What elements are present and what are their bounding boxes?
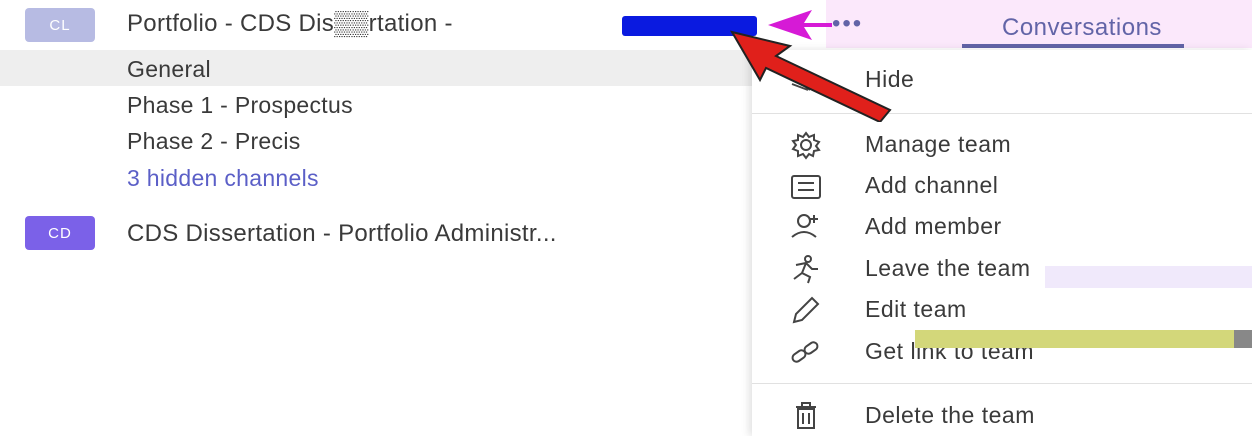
menu-divider-bottom [752,383,1252,384]
menu-item-add-channel[interactable]: Add channel [752,166,1252,206]
redaction-band [1045,266,1252,288]
link-icon [791,341,819,363]
add-member-icon [791,214,818,238]
menu-item-delete-team[interactable]: Delete the team [752,396,1252,436]
channel-phase-1[interactable]: Phase 1 - Prospectus [127,92,353,119]
team-avatar: CL [25,8,95,42]
channel-phase-2[interactable]: Phase 2 - Precis [127,128,301,155]
tab-conversations[interactable]: Conversations [1002,14,1162,42]
annotation-red-arrow [729,30,892,122]
tab-active-indicator [962,44,1184,48]
leave-icon [793,255,818,284]
hidden-channels-link[interactable]: 3 hidden channels [127,165,319,192]
menu-label-edit-team: Edit team [865,296,967,322]
trash-icon [796,402,816,429]
menu-label-manage-team: Manage team [865,131,1012,157]
channel-general[interactable]: General [127,56,211,83]
team-name-cds-admin[interactable]: CDS Dissertation - Portfolio Administr..… [127,220,557,248]
team-name[interactable]: Portfolio - CDS Dis▒▒rtation - [127,10,453,38]
gear-icon [791,131,821,160]
pencil-icon [792,296,820,324]
team-avatar-cd: CD [25,216,95,250]
menu-label-add-channel: Add channel [865,172,999,198]
menu-label-leave-team: Leave the team [865,255,1031,281]
menu-label-add-member: Add member [865,213,1002,239]
menu-item-edit-team[interactable]: Edit team [752,290,1252,330]
menu-item-manage-team[interactable]: Manage team [752,125,1252,165]
channel-general-row[interactable] [0,50,760,86]
artifact-block [1234,330,1252,348]
highlight-band [915,330,1235,348]
menu-item-add-member[interactable]: Add member [752,207,1252,247]
menu-label-delete-team: Delete the team [865,402,1035,428]
channel-icon [791,175,821,199]
